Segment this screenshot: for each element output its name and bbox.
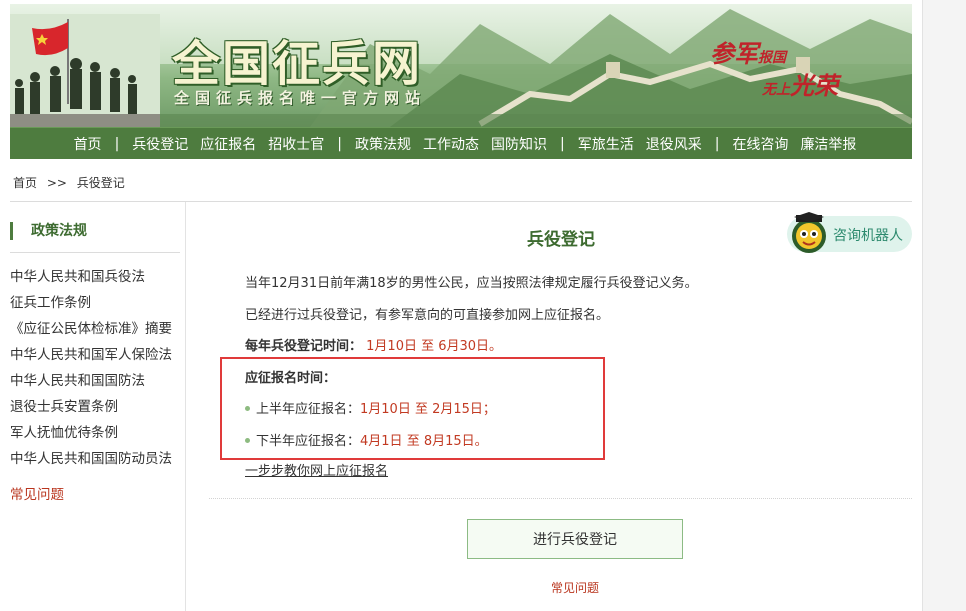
sidebar-item-military-service-law[interactable]: 中华人民共和国兵役法 — [10, 267, 172, 293]
sidebar-item-military-insurance-law[interactable]: 中华人民共和国军人保险法 — [10, 345, 172, 371]
nav-nco-recruitment[interactable]: 招收士官 — [262, 134, 330, 154]
nav-separator: | — [560, 135, 565, 152]
sidebar-item-national-defense-law[interactable]: 中华人民共和国国防法 — [10, 371, 172, 397]
nav-home[interactable]: 首页 — [68, 134, 108, 154]
second-half-label: 下半年应征报名： — [256, 434, 361, 449]
nav-military-life[interactable]: 军旅生活 — [572, 134, 640, 154]
first-half-value: 1月10日 至 2月15日； — [360, 402, 496, 417]
sidebar-title: 政策法规 — [10, 222, 87, 240]
second-half-enlist: 下半年应征报名：4月1日 至 8月15日。 — [245, 430, 488, 449]
nav-enlistment[interactable]: 应征报名 — [194, 134, 262, 154]
breadcrumb-separator: >> — [46, 176, 67, 190]
start-registration-button[interactable]: 进行兵役登记 — [467, 519, 683, 559]
nav-work-news[interactable]: 工作动态 — [417, 134, 485, 154]
robot-label: 咨询机器人 — [833, 228, 903, 244]
sidebar-item-veteran-resettlement[interactable]: 退役士兵安置条例 — [10, 397, 172, 423]
bullet-icon — [245, 438, 250, 443]
sidebar-list: 中华人民共和国兵役法 征兵工作条例 《应征公民体检标准》摘要 中华人民共和国军人… — [10, 267, 172, 475]
site-tagline: 全国征兵报名唯一官方网站 — [174, 89, 427, 107]
nav-online-consult[interactable]: 在线咨询 — [726, 134, 794, 154]
honor-guard-image — [10, 14, 160, 127]
enlist-guide-link[interactable]: 一步步教你网上应征报名 — [245, 460, 388, 479]
site-logo: 全国征兵网 — [172, 36, 423, 92]
nav-separator: | — [337, 135, 342, 152]
dotted-divider — [209, 498, 912, 499]
sidebar-faq-link[interactable]: 常见问题 — [10, 483, 64, 503]
nav-military-registration[interactable]: 兵役登记 — [126, 134, 194, 154]
consult-robot-button[interactable]: 咨询机器人 — [787, 212, 912, 253]
site-banner: 全国征兵网 全国征兵报名唯一官方网站 参军报国 无上光荣 — [10, 4, 912, 127]
nav-separator: | — [714, 135, 720, 152]
nav-policy[interactable]: 政策法规 — [349, 134, 417, 154]
nav-defense-knowledge[interactable]: 国防知识 — [485, 134, 553, 154]
sidebar-divider — [10, 252, 180, 253]
registration-time-value: 1月10日 至 6月30日。 — [366, 339, 503, 354]
nav-veterans[interactable]: 退役风采 — [640, 134, 708, 154]
main-nav: 首页 | 兵役登记 应征报名 招收士官 | 政策法规 工作动态 国防知识 | 军… — [10, 127, 912, 159]
sidebar-item-defense-mobilization-law[interactable]: 中华人民共和国国防动员法 — [10, 449, 172, 475]
nav-separator: | — [114, 135, 120, 152]
right-scroll-strip — [922, 0, 966, 611]
info-paragraph-age: 当年12月31日前年满18岁的男性公民，应当按照法律规定履行兵役登记义务。 — [245, 276, 698, 291]
registration-time-label: 每年兵役登记时间： — [245, 339, 363, 354]
slogan-honor: 无上光荣 — [762, 71, 838, 100]
robot-icon — [792, 212, 826, 253]
first-half-enlist: 上半年应征报名：1月10日 至 2月15日； — [245, 398, 496, 417]
nav-integrity-report[interactable]: 廉洁举报 — [794, 134, 862, 154]
bullet-icon — [245, 406, 250, 411]
sidebar-item-physical-standards[interactable]: 《应征公民体检标准》摘要 — [10, 319, 172, 345]
second-half-value: 4月1日 至 8月15日。 — [360, 434, 488, 449]
page: 全国征兵网 全国征兵报名唯一官方网站 参军报国 无上光荣 首页 | 兵役登记 应… — [10, 0, 912, 611]
faq-link[interactable]: 常见问题 — [187, 579, 963, 596]
breadcrumb-current: 兵役登记 — [76, 176, 125, 190]
info-paragraph-enlist: 已经进行过兵役登记，有参军意向的可直接参加网上应征报名。 — [245, 308, 610, 323]
first-half-label: 上半年应征报名： — [256, 402, 361, 417]
breadcrumb-home[interactable]: 首页 — [13, 176, 37, 190]
breadcrumb: 首页 >> 兵役登记 — [13, 174, 131, 191]
main-content: 兵役登记 咨询机器人 当年12月31日前年满18岁的男性公民，应当按照法律规定履… — [187, 202, 912, 611]
enlist-time-label: 应征报名时间： — [245, 371, 337, 386]
sidebar-item-pension-regulations[interactable]: 军人抚恤优待条例 — [10, 423, 172, 449]
registration-time: 每年兵役登记时间： 1月10日 至 6月30日。 — [245, 335, 502, 354]
slogan-enlist: 参军报国 — [710, 39, 786, 68]
sidebar: 政策法规 中华人民共和国兵役法 征兵工作条例 《应征公民体检标准》摘要 中华人民… — [10, 202, 186, 611]
sidebar-item-conscription-regulations[interactable]: 征兵工作条例 — [10, 293, 172, 319]
